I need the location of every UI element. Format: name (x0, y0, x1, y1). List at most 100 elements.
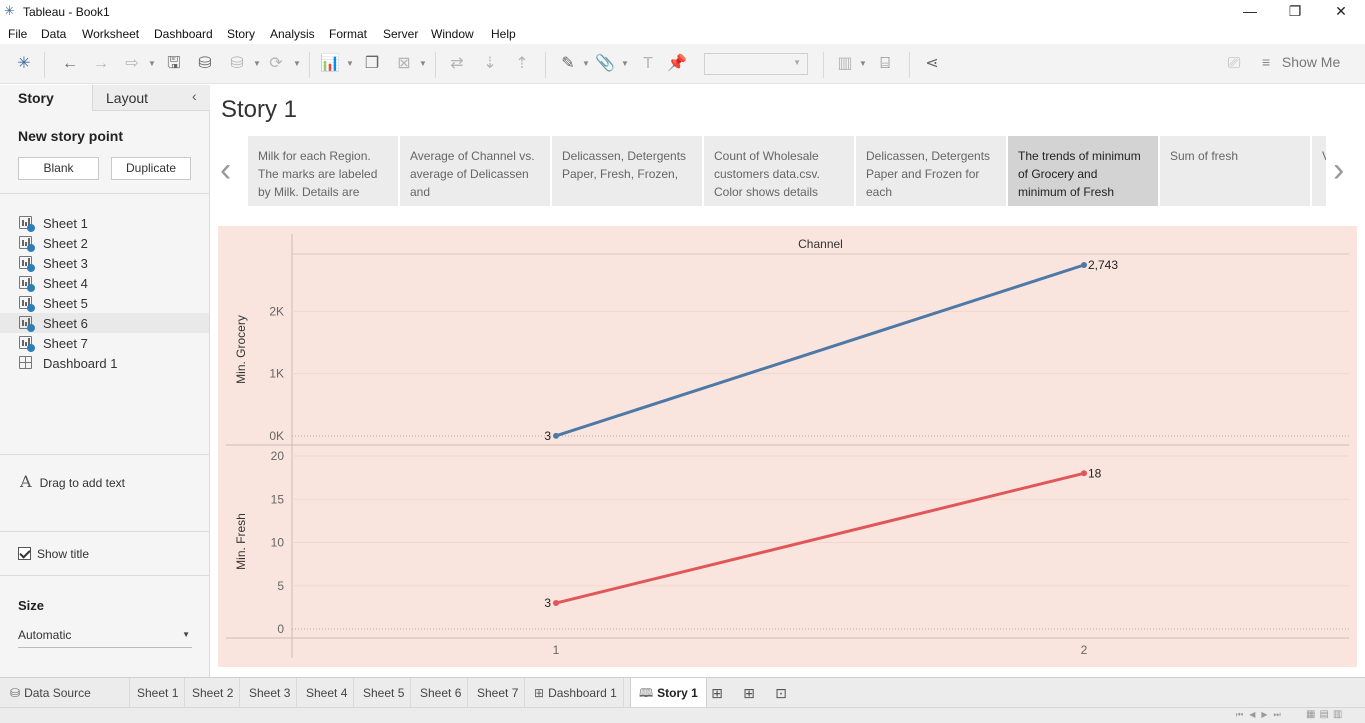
sort-descending-icon[interactable]: ⇡ (510, 52, 534, 76)
tab-story[interactable]: Story (0, 85, 92, 111)
story-point[interactable]: Count of Wholesale customers data.csv. C… (704, 136, 854, 206)
data-point (553, 432, 559, 439)
next-story-point-icon[interactable]: › (1333, 150, 1344, 190)
title-bar: ✳ Tableau - Book1 — ❐ ✕ (0, 0, 1365, 24)
y-axis-label: Min. Grocery (234, 315, 248, 384)
duplicate-sheet-icon[interactable]: ❐ (360, 52, 384, 76)
dashboard-icon (19, 356, 32, 369)
sheet-list-item[interactable]: Dashboard 1 (0, 353, 209, 373)
previous-story-point-icon[interactable]: ‹ (220, 150, 231, 190)
worksheet-icon (19, 256, 35, 272)
sheet-list-item[interactable]: Sheet 6 (0, 313, 209, 333)
story-point[interactable]: Delicassen, Detergents Paper and Frozen … (856, 136, 1006, 206)
tableau-home-icon[interactable]: ✳ (12, 52, 36, 76)
sheet-list-item[interactable]: Sheet 3 (0, 253, 209, 273)
sheet-list-item[interactable]: Sheet 1 (0, 213, 209, 233)
new-story-tab-icon[interactable]: ⊡ (770, 682, 792, 704)
tab-sheet[interactable]: Sheet 4 (300, 678, 355, 708)
sheet-tab-bar: ⛁ Data Source Sheet 1 Sheet 2 Sheet 3 She… (0, 677, 1365, 708)
menu-data[interactable]: Data (41, 27, 66, 41)
refresh-icon[interactable]: ⟳ (264, 52, 288, 76)
undo-icon[interactable]: ← (58, 52, 82, 76)
story-panel: Story Layout ‹ New story point Blank Dup… (0, 85, 210, 677)
clear-sheet-icon[interactable]: ⊠ (392, 52, 416, 76)
story-point[interactable]: Milk for each Region. The marks are labe… (248, 136, 398, 206)
view-mode-icons[interactable]: ▦▤▥ (1306, 709, 1346, 720)
show-me-icon: ≡ (1262, 54, 1271, 70)
share-icon[interactable]: ⋖ (920, 52, 944, 76)
show-title-checkbox[interactable]: Show title (18, 547, 89, 561)
menu-worksheet[interactable]: Worksheet (82, 27, 139, 41)
worksheet-icon (19, 236, 35, 252)
story-point[interactable]: Sum of fresh (1160, 136, 1310, 206)
tab-sheet[interactable]: Sheet 3 (243, 678, 298, 708)
blank-button[interactable]: Blank (18, 157, 99, 180)
format-painter-icon[interactable]: ⎚ (1222, 52, 1246, 76)
drag-to-add-text[interactable]: A Drag to add text (20, 472, 125, 491)
size-dropdown[interactable]: Automatic ▼ (18, 628, 192, 648)
tab-sheet[interactable]: Sheet 1 (131, 678, 186, 708)
tab-sheet[interactable]: Sheet 5 (357, 678, 412, 708)
replay-icon[interactable]: ⇨ (120, 52, 144, 76)
menu-help[interactable]: Help (491, 27, 516, 41)
show-me-button[interactable]: ≡ Show Me (1262, 54, 1340, 74)
redo-icon[interactable]: → (89, 52, 113, 76)
worksheet-icon (19, 336, 35, 352)
dashboard-icon: ⊞ (534, 686, 545, 700)
close-icon[interactable]: ✕ (1318, 0, 1364, 24)
show-cards-icon[interactable]: ▥ (833, 52, 857, 76)
data-label: 3 (544, 429, 551, 443)
status-bar: ⏮◀▶⏭ ▦▤▥ (0, 707, 1365, 723)
menu-story[interactable]: Story (227, 27, 255, 41)
column-header-label: Channel (798, 237, 843, 251)
menu-analysis[interactable]: Analysis (270, 27, 315, 41)
save-icon[interactable]: 🖫 (162, 52, 186, 76)
fit-dropdown[interactable]: ▼ (704, 53, 808, 75)
pin-icon[interactable]: 📌 (665, 52, 689, 76)
attach-icon[interactable]: 📎 (593, 52, 617, 76)
sheet-navigation-icons[interactable]: ⏮◀▶⏭ (1236, 710, 1287, 720)
tab-dashboard[interactable]: ⊞ Dashboard 1 (528, 678, 624, 708)
sheet-list-item[interactable]: Sheet 5 (0, 293, 209, 313)
menu-server[interactable]: Server (383, 27, 418, 41)
story-point[interactable]: Average of Channel vs. average of Delica… (400, 136, 550, 206)
tab-sheet[interactable]: Sheet 7 (471, 678, 526, 708)
sheet-list-item[interactable]: Sheet 7 (0, 333, 209, 353)
duplicate-button[interactable]: Duplicate (111, 157, 191, 180)
series-line (555, 471, 1085, 605)
menu-window[interactable]: Window (431, 27, 474, 41)
highlight-icon[interactable]: ✎ (556, 52, 580, 76)
restore-icon[interactable]: ❐ (1272, 0, 1318, 24)
story-point[interactable]: Va (1312, 136, 1326, 206)
worksheet-icon (19, 296, 35, 312)
new-worksheet-icon[interactable]: 📊 (318, 52, 342, 76)
menu-format[interactable]: Format (329, 27, 367, 41)
minimize-icon[interactable]: — (1227, 0, 1273, 24)
collapse-panel-icon[interactable]: ‹ (192, 88, 197, 104)
worksheet-icon (19, 316, 35, 332)
data-label: 3 (544, 596, 551, 610)
label-icon[interactable]: T (636, 52, 660, 76)
tab-data-source[interactable]: ⛁ Data Source (2, 678, 130, 708)
story-chart: Channel 0K 1K 2K Min. Grocery 3 2,743 0 5 10 15 20 M… (218, 226, 1357, 667)
presentation-mode-icon[interactable]: ⌸ (873, 52, 897, 76)
sort-ascending-icon[interactable]: ⇣ (478, 52, 502, 76)
new-data-source-icon[interactable]: ⛁ (193, 52, 217, 76)
sheet-list-item[interactable]: Sheet 2 (0, 233, 209, 253)
tab-sheet[interactable]: Sheet 2 (186, 678, 241, 708)
swap-icon[interactable]: ⇄ (445, 52, 469, 76)
story-title[interactable]: Story 1 (221, 96, 297, 124)
tab-story-active[interactable]: 🕮 Story 1 (630, 678, 707, 708)
new-dashboard-tab-icon[interactable]: ⊞ (738, 682, 760, 704)
y-tick-label: 5 (277, 579, 284, 593)
tab-sheet[interactable]: Sheet 6 (414, 678, 469, 708)
data-point (553, 600, 559, 607)
menu-dashboard[interactable]: Dashboard (154, 27, 213, 41)
menu-file[interactable]: File (8, 27, 27, 41)
data-point (1081, 470, 1087, 477)
pause-updates-icon[interactable]: ⛁ (225, 52, 249, 76)
sheet-list-item[interactable]: Sheet 4 (0, 273, 209, 293)
story-point[interactable]: Delicassen, Detergents Paper, Fresh, Fro… (552, 136, 702, 206)
story-point-active[interactable]: The trends of minimum of Grocery and min… (1008, 136, 1158, 206)
new-worksheet-tab-icon[interactable]: ⊞ (706, 682, 728, 704)
